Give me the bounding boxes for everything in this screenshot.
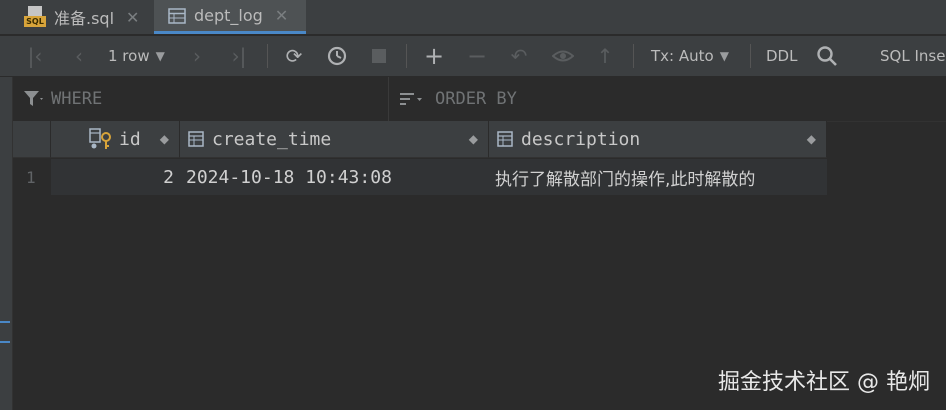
filter-icon	[24, 91, 43, 106]
sql-file-icon: SQL	[24, 6, 46, 28]
delete-row-icon[interactable]: −	[464, 36, 490, 76]
add-row-icon[interactable]: +	[421, 36, 447, 76]
tab-label: 准备.sql	[54, 9, 115, 28]
table-cell-description[interactable]: 执行了解散部门的操作,此时解散的	[489, 159, 827, 195]
tab-label: dept_log	[194, 6, 263, 25]
column-name: id	[119, 128, 141, 150]
order-by-filter[interactable]: ORDER BY	[399, 77, 517, 121]
where-label: WHERE	[51, 89, 103, 109]
transaction-mode-selector[interactable]: Tx: Auto ▼	[651, 36, 729, 76]
tab-dept-log[interactable]: dept_log ✕	[154, 0, 306, 34]
cell-value: 执行了解散部门的操作,此时解散的	[495, 169, 756, 190]
column-header-id[interactable]: id ◆	[51, 121, 180, 158]
filter-bar: WHERE ORDER BY	[13, 77, 946, 122]
sort-toggle-icon[interactable]: ◆	[807, 132, 816, 146]
stop-icon[interactable]	[366, 36, 392, 76]
first-page-icon[interactable]: |‹	[22, 36, 48, 76]
last-page-icon[interactable]: ›|	[226, 36, 252, 76]
structure-tool-icon[interactable]	[0, 321, 10, 343]
preview-pending-changes-icon[interactable]	[550, 36, 576, 76]
order-by-label: ORDER BY	[435, 89, 517, 109]
toolbar-divider	[750, 44, 751, 68]
column-name: description	[521, 128, 641, 150]
table-icon	[168, 7, 186, 24]
cell-value: 2	[163, 166, 174, 188]
toolbar-divider	[267, 44, 268, 68]
column-header-create-time[interactable]: create_time ◆	[180, 121, 489, 158]
chevron-down-icon: ▼	[155, 49, 165, 63]
sort-toggle-icon[interactable]: ◆	[469, 132, 478, 146]
column-icon	[497, 131, 513, 147]
editor-tab-bar: SQL 准备.sql ✕ dept_log ✕	[0, 0, 946, 34]
primary-key-column-icon	[89, 128, 111, 149]
row-count-label: 1 row	[108, 47, 150, 65]
left-tool-strip	[0, 77, 13, 410]
search-icon[interactable]	[814, 36, 840, 76]
cell-value: 2024-10-18 10:43:08	[186, 166, 392, 188]
sort-icon	[400, 93, 422, 105]
column-name: create_time	[212, 128, 332, 150]
revert-icon[interactable]: ↶	[506, 36, 532, 76]
table-cell-id[interactable]: 2	[51, 159, 180, 195]
clock-icon[interactable]	[324, 36, 350, 76]
row-number-header	[13, 121, 51, 158]
sql-insert-selector[interactable]: SQL Insert	[880, 36, 946, 76]
toolbar-divider	[633, 44, 634, 68]
submit-icon[interactable]: ↑	[592, 36, 618, 76]
result-toolbar: |‹ ‹ 1 row ▼ › ›| ⟳ + − ↶ ↑ Tx: Auto ▼ D…	[0, 36, 946, 77]
filter-divider	[388, 77, 389, 121]
ddl-button[interactable]: DDL	[766, 36, 797, 76]
chevron-down-icon: ▼	[719, 49, 729, 63]
toolbar-divider	[406, 44, 407, 68]
tab-prepare-sql[interactable]: SQL 准备.sql ✕	[24, 0, 139, 34]
where-filter[interactable]: WHERE	[23, 77, 102, 121]
row-number[interactable]: 1	[13, 159, 51, 195]
column-header-description[interactable]: description ◆	[489, 121, 827, 158]
close-icon[interactable]: ✕	[275, 6, 288, 25]
row-count-selector[interactable]: 1 row ▼	[108, 36, 165, 76]
column-icon	[188, 131, 204, 147]
refresh-icon[interactable]: ⟳	[281, 36, 307, 76]
close-icon[interactable]: ✕	[126, 8, 139, 27]
table-cell-create-time[interactable]: 2024-10-18 10:43:08	[180, 159, 489, 195]
ddl-label: DDL	[766, 47, 798, 65]
sql-insert-label: SQL Insert	[880, 47, 946, 65]
tx-mode-label: Tx: Auto	[651, 47, 714, 65]
watermark: 掘金技术社区 @ 艳炯	[718, 370, 930, 395]
next-page-icon[interactable]: ›	[184, 36, 210, 76]
sort-toggle-icon[interactable]: ◆	[160, 132, 169, 146]
previous-page-icon[interactable]: ‹	[66, 36, 92, 76]
